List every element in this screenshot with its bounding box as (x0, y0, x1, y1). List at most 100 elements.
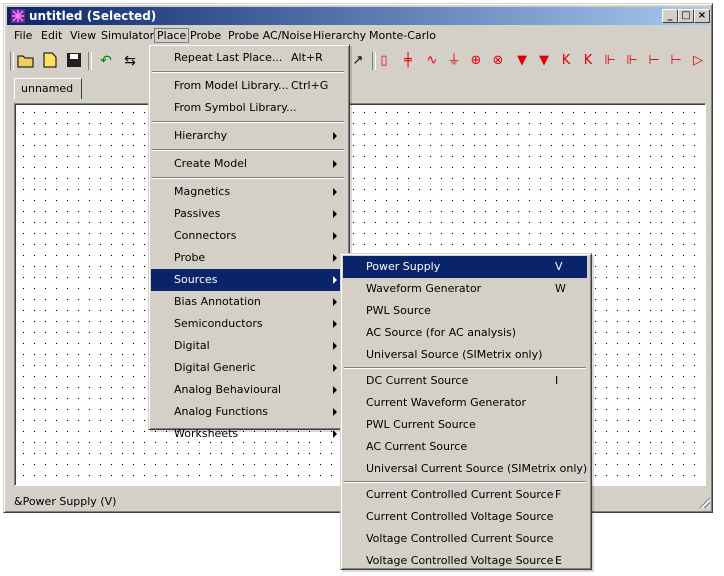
nmos-icon[interactable]: ⊩ (600, 51, 620, 71)
menu-item-current-controlled-voltage-source[interactable]: Current Controlled Voltage Source (343, 506, 587, 528)
menu-item-magnetics[interactable]: Magnetics (151, 181, 345, 203)
ground-icon[interactable]: ⏚ (444, 51, 464, 71)
menu-item-label: Universal Current Source (SIMetrix only) (366, 462, 588, 475)
menu-file[interactable]: File (14, 29, 32, 42)
menu-item-label: Digital Generic (174, 361, 256, 374)
resistor-icon[interactable]: ▯ (374, 51, 394, 71)
menu-probe[interactable]: Probe (190, 29, 221, 42)
menu-item-create-model[interactable]: Create Model (151, 153, 345, 175)
menu-item-worksheets[interactable]: Worksheets (151, 423, 345, 445)
menu-separator (152, 177, 344, 179)
menu-separator (152, 149, 344, 151)
menu-item-semiconductors[interactable]: Semiconductors (151, 313, 345, 335)
open-folder-icon[interactable] (16, 51, 36, 71)
menu-item-voltage-controlled-current-source[interactable]: Voltage Controlled Current Source (343, 528, 587, 550)
menu-item-shortcut: V (555, 260, 563, 273)
pmos-icon[interactable]: ⊩ (622, 51, 642, 71)
menu-separator (152, 121, 344, 123)
menu-simulator[interactable]: Simulator (101, 29, 154, 42)
menu-item-connectors[interactable]: Connectors (151, 225, 345, 247)
undo-icon[interactable]: ↶ (96, 51, 116, 71)
menu-item-label: Sources (174, 273, 218, 286)
menu-item-label: PWL Source (366, 304, 431, 317)
menu-item-label: Bias Annotation (174, 295, 261, 308)
menu-item-dc-current-source[interactable]: DC Current Source I (343, 370, 587, 392)
menu-item-voltage-controlled-voltage-source[interactable]: Voltage Controlled Voltage Source E (343, 550, 587, 572)
menu-item-label: Hierarchy (174, 129, 228, 142)
window-title: untitled (Selected) (29, 9, 157, 23)
tab-unnamed[interactable]: unnamed (14, 78, 82, 99)
menu-item-bias-annotation[interactable]: Bias Annotation (151, 291, 345, 313)
menu-item-from-model-library[interactable]: From Model Library... Ctrl+G (151, 75, 345, 97)
menu-item-universal-source-simetrix-only[interactable]: Universal Source (SIMetrix only) (343, 344, 587, 366)
menu-view[interactable]: View (70, 29, 96, 42)
menu-hierarchy[interactable]: Hierarchy (313, 29, 366, 42)
menu-item-digital-generic[interactable]: Digital Generic (151, 357, 345, 379)
menu-item-label: Create Model (174, 157, 248, 170)
menu-item-universal-current-source-simetrix-only[interactable]: Universal Current Source (SIMetrix only) (343, 458, 587, 480)
menu-item-repeat-last-place[interactable]: Repeat Last Place... Alt+R (151, 47, 345, 69)
submenu-arrow-icon (333, 342, 337, 350)
close-button[interactable]: × (694, 9, 710, 23)
menu-item-label: AC Current Source (366, 440, 468, 453)
menu-item-label: Current Controlled Current Source (366, 488, 554, 501)
menu-item-current-waveform-generator[interactable]: Current Waveform Generator (343, 392, 587, 414)
submenu-arrow-icon (333, 386, 337, 394)
opamp-icon[interactable]: ▷ (688, 51, 708, 71)
menu-edit[interactable]: Edit (41, 29, 62, 42)
submenu-arrow-icon (333, 160, 337, 168)
menu-place[interactable]: Place (154, 28, 190, 43)
menu-item-passives[interactable]: Passives (151, 203, 345, 225)
pnp-icon[interactable]: K (578, 51, 598, 71)
menu-item-waveform-generator[interactable]: Waveform Generator W (343, 278, 587, 300)
menu-item-analog-behavioural[interactable]: Analog Behavioural (151, 379, 345, 401)
menu-item-current-controlled-current-source[interactable]: Current Controlled Current Source F (343, 484, 587, 506)
place-menu: Repeat Last Place... Alt+R From Model Libr… (148, 44, 350, 440)
title-bar[interactable]: untitled (Selected) _ □ × (7, 7, 710, 25)
menu-item-shortcut: Ctrl+G (291, 79, 329, 92)
menu-item-power-supply[interactable]: Power Supply V (343, 256, 587, 278)
inductor-icon[interactable]: ∿ (422, 51, 442, 71)
menu-item-analog-functions[interactable]: Analog Functions (151, 401, 345, 423)
menu-item-ac-current-source[interactable]: AC Current Source (343, 436, 587, 458)
minimize-button[interactable]: _ (662, 9, 678, 23)
submenu-arrow-icon (333, 210, 337, 218)
menu-item-label: From Model Library... (174, 79, 289, 92)
menu-item-label: Waveform Generator (366, 282, 482, 295)
save-icon[interactable] (64, 51, 84, 71)
submenu-arrow-icon (333, 132, 337, 140)
menu-monte-carlo[interactable]: Monte-Carlo (369, 29, 436, 42)
flip-icon[interactable]: ⇆ (120, 51, 140, 71)
menu-item-label: Voltage Controlled Voltage Source (366, 554, 554, 567)
menu-item-label: Worksheets (174, 427, 239, 440)
jfet-icon[interactable]: ⊢ (644, 51, 664, 71)
capacitor-icon[interactable]: ╪ (398, 51, 418, 71)
mosfet-icon[interactable]: ⊢ (666, 51, 686, 71)
menu-probe-ac-noise[interactable]: Probe AC/Noise (228, 29, 312, 42)
submenu-arrow-icon (333, 188, 337, 196)
maximize-button[interactable]: □ (678, 9, 694, 23)
diode-icon[interactable]: ▼ (512, 51, 532, 71)
menu-item-ac-source-for-ac-analysis[interactable]: AC Source (for AC analysis) (343, 322, 587, 344)
menu-item-digital[interactable]: Digital (151, 335, 345, 357)
menu-item-label: Current Controlled Voltage Source (366, 510, 554, 523)
npn-icon[interactable]: K (556, 51, 576, 71)
new-file-icon[interactable] (40, 51, 60, 71)
menu-item-label: AC Source (for AC analysis) (366, 326, 517, 339)
menu-item-label: From Symbol Library... (174, 101, 297, 114)
submenu-arrow-icon (333, 430, 337, 438)
menu-item-hierarchy[interactable]: Hierarchy (151, 125, 345, 147)
submenu-arrow-icon (333, 276, 337, 284)
resize-grip-icon[interactable] (698, 496, 710, 508)
wire-icon[interactable]: ↗ (348, 51, 368, 71)
source-icon[interactable]: ⊕ (466, 51, 486, 71)
sources-submenu: Power Supply V Waveform Generator W PWL Sour… (340, 253, 592, 570)
menu-item-probe[interactable]: Probe (151, 247, 345, 269)
menu-item-sources[interactable]: Sources (151, 269, 345, 291)
menu-item-from-symbol-library[interactable]: From Symbol Library... (151, 97, 345, 119)
submenu-arrow-icon (333, 298, 337, 306)
current-source-icon[interactable]: ⊗ (488, 51, 508, 71)
zener-icon[interactable]: ▼ (534, 51, 554, 71)
menu-item-pwl-source[interactable]: PWL Source (343, 300, 587, 322)
menu-item-pwl-current-source[interactable]: PWL Current Source (343, 414, 587, 436)
